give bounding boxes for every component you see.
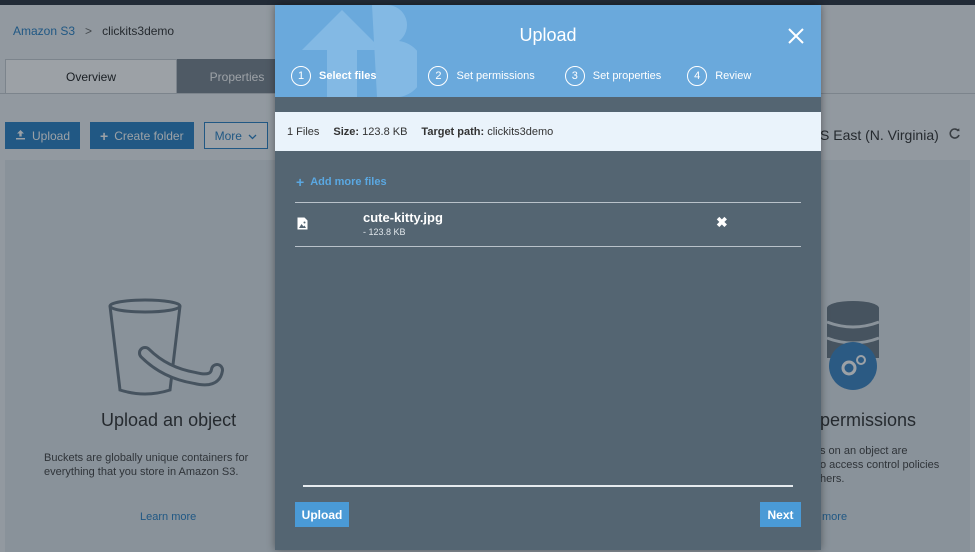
add-more-files-button[interactable]: + Add more files xyxy=(296,174,387,190)
step-review[interactable]: 4 Review xyxy=(687,66,751,86)
upload-submit-button[interactable]: Upload xyxy=(295,502,349,527)
step-set-permissions[interactable]: 2 Set permissions xyxy=(428,66,535,86)
step-select-files[interactable]: 1 Select files xyxy=(291,66,376,86)
size-value: 123.8 KB xyxy=(362,125,408,138)
plus-icon: + xyxy=(296,174,305,190)
wizard-steps: 1 Select files 2 Set permissions 3 Set p… xyxy=(291,66,769,86)
modal-title: Upload xyxy=(519,25,577,45)
file-size: - 123.8 KB xyxy=(363,227,406,237)
next-button[interactable]: Next xyxy=(760,502,801,527)
step-label: Set permissions xyxy=(456,70,535,82)
total-size: Size: 123.8 KB xyxy=(333,126,407,138)
step-label: Set properties xyxy=(592,70,662,82)
step-set-properties[interactable]: 3 Set properties xyxy=(564,66,662,86)
image-file-icon xyxy=(297,217,308,235)
close-icon[interactable] xyxy=(785,25,807,47)
step-number: 2 xyxy=(428,66,449,86)
step-number: 1 xyxy=(291,66,311,86)
remove-file-icon[interactable]: ✖ xyxy=(716,214,728,231)
target-path-label: Target path: xyxy=(421,125,485,138)
modal-footer-divider xyxy=(303,485,793,487)
step-number: 3 xyxy=(564,66,585,86)
upload-summary-bar: 1 Files Size: 123.8 KB Target path: clic… xyxy=(275,112,821,151)
add-more-files-label: Add more files xyxy=(310,176,387,188)
file-list-bottom-divider xyxy=(295,246,801,247)
target-path: Target path: clickits3demo xyxy=(421,126,553,138)
step-number: 4 xyxy=(687,66,708,86)
file-count: 1 Files xyxy=(287,125,320,138)
step-label: Select files xyxy=(319,70,377,82)
modal-header: Upload 1 Select files 2 Set permissions … xyxy=(275,5,821,97)
upload-modal: Upload 1 Select files 2 Set permissions … xyxy=(275,5,821,550)
file-list-top-divider xyxy=(295,202,801,203)
size-label: Size: xyxy=(333,125,360,138)
file-name: cute-kitty.jpg xyxy=(363,210,443,225)
step-label: Review xyxy=(715,70,752,82)
target-path-value: clickits3demo xyxy=(487,125,554,138)
